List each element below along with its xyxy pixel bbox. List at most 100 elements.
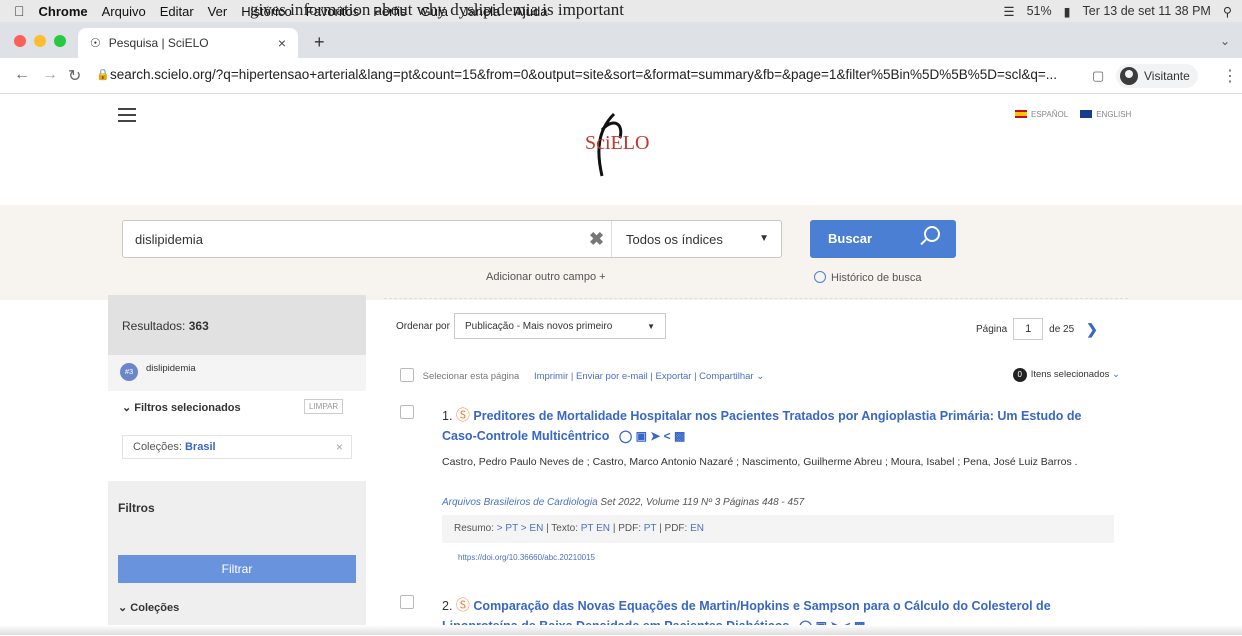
clock[interactable]: Ter 13 de set 11 38 PM [1083,4,1211,18]
query-history-item[interactable]: #3 dislipidemia [108,355,366,391]
texto-links[interactable]: PT EN [581,523,610,534]
authors-text: Castro, Pedro Paulo Neves de ; Castro, M… [442,456,1078,468]
selected-filters-label: Filtros selecionados [134,402,241,414]
open-access-icon: Ⓢ [455,407,470,423]
query-badge: #3 [120,363,138,381]
clear-search-icon[interactable]: ✖ [589,229,604,250]
new-tab-button[interactable]: + [314,32,325,53]
globe-icon: ☉ [90,36,101,50]
sidebar-icon[interactable]: ▢ [1092,68,1104,84]
navigation-bar: ← → ↻ 🔒 search.scielo.org/?q=hipertensao… [0,58,1242,94]
caret-down-icon: ▼ [647,322,655,331]
scielo-logo[interactable]: SciELO [585,132,649,155]
battery-icon[interactable]: ▮ [1064,4,1071,19]
close-window-icon[interactable] [14,35,26,47]
result-title: Preditores de Mortalidade Hospitalar nos… [442,409,1082,443]
search-button[interactable]: Buscar [810,220,956,258]
result-number: 2. [442,599,453,613]
selected-items-dropdown[interactable]: 0 Itens selecionados ⌄ [1012,368,1120,382]
sidebar: Resultados: 363 #3 dislipidemia ⌄ Filtro… [108,295,366,635]
result-authors: Castro, Pedro Paulo Neves de ; Castro, M… [442,453,1112,471]
search-history-label: Histórico de busca [831,272,922,284]
search-history-link[interactable]: Histórico de busca [814,271,922,284]
language-switcher: ESPAÑOL ENGLISH [1015,110,1131,119]
collections-toggle[interactable]: ⌄ Coleções [118,601,179,614]
chevron-down-icon[interactable]: ⌄ [1220,34,1230,48]
avatar-icon [1120,67,1138,85]
selected-count: 0 [1012,368,1027,382]
page-total: de 25 [1049,323,1075,335]
query-text: dislipidemia [146,363,196,374]
close-tab-icon[interactable]: × [278,35,286,51]
zoom-window-icon[interactable] [54,35,66,47]
selection-bar: Selecionar esta página Imprimir | Enviar… [400,368,1120,388]
texto-label: Texto: [551,523,578,534]
sort-select[interactable]: Publicação - Mais novos primeiro ▼ [454,313,666,339]
pagination: Página 1 de 25 ❯ [976,318,1098,340]
menu-item-ver[interactable]: Ver [208,4,228,19]
results-count: Resultados: 363 [122,319,209,333]
browser-tab[interactable]: ☉ Pesquisa | SciELO × [78,28,298,58]
selected-filters-toggle[interactable]: ⌄ Filtros selecionados [122,401,241,414]
menu-item-arquivo[interactable]: Arquivo [102,4,146,19]
status-area: ☰ 51% ▮ Ter 13 de set 11 38 PM ⚲ [1003,0,1232,22]
remove-filter-icon[interactable]: × [336,440,343,454]
lang-en-link[interactable]: ENGLISH [1080,110,1131,119]
wifi-icon[interactable]: ☰ [1003,4,1014,19]
collections-label: Coleções [130,602,180,614]
open-access-icon: Ⓢ [455,597,470,613]
select-page-label: Selecionar esta página [422,371,520,382]
select-page-checkbox[interactable] [400,368,414,382]
caret-down-icon: ▼ [759,233,769,244]
forward-arrow-icon[interactable]: → [42,66,58,84]
results-count-panel: Resultados: 363 [108,295,366,355]
result-title-link[interactable]: 1. Ⓢ Preditores de Mortalidade Hospitala… [442,405,1112,446]
apple-icon[interactable]:  [14,3,25,19]
menu-item-editar[interactable]: Editar [160,4,194,19]
result-doi-link[interactable]: https://doi.org/10.36660/abc.20210015 [458,553,595,562]
menu-app-name[interactable]: Chrome [39,4,88,19]
pdf-pt-link[interactable]: PT [644,523,657,534]
sort-bar: Ordenar por Publicação - Mais novos prim… [384,298,1128,353]
pdf-en-link[interactable]: EN [690,523,704,534]
search-button-label: Buscar [828,231,873,246]
add-field-link[interactable]: Adicionar outro campo + [486,271,606,283]
profile-button[interactable]: Visitante [1116,64,1198,88]
filter-button[interactable]: Filtrar [118,555,356,583]
minimize-window-icon[interactable] [34,35,46,47]
lang-es-link[interactable]: ESPAÑOL [1015,110,1068,119]
pdf-label: PDF: [618,523,641,534]
hamburger-menu-icon[interactable] [118,108,136,126]
battery-percent: 51% [1026,4,1052,18]
page-input[interactable]: 1 [1013,318,1044,340]
reload-icon[interactable]: ↻ [68,66,81,86]
spain-flag-icon [1015,110,1027,118]
page-label: Página [976,323,1008,335]
back-arrow-icon[interactable]: ← [14,66,30,84]
address-bar[interactable]: search.scielo.org/?q=hipertensao+arteria… [110,67,1057,82]
spotlight-icon[interactable]: ⚲ [1223,4,1232,19]
search-input[interactable]: dislipidemia ✖ Todos os índices ▼ [122,220,782,258]
search-icon [924,226,940,242]
lock-icon[interactable]: 🔒 [96,68,110,81]
next-page-icon[interactable]: ❯ [1086,321,1098,338]
result-number: 1. [442,409,453,423]
actions-label: Imprimir | Enviar por e-mail | Exportar … [533,371,754,382]
journal-name[interactable]: Arquivos Brasileiros de Cardiologia [442,497,598,508]
chevron-down-icon: ⌄ [1112,369,1120,380]
resumo-links[interactable]: > PT > EN [497,523,544,534]
filter-chip-label: Coleções: [133,441,182,453]
index-select[interactable]: Todos os índices ▼ [611,221,783,257]
selected-filters-panel: ⌄ Filtros selecionados LIMPAR Coleções: … [108,391,366,481]
uk-flag-icon [1080,110,1093,118]
clear-filters-button[interactable]: LIMPAR [304,399,344,414]
index-select-label: Todos os índices [626,232,723,247]
actions-menu[interactable]: Imprimir | Enviar por e-mail | Exportar … [534,371,764,382]
more-menu-icon[interactable]: ⋮ [1222,66,1238,86]
result-share-icons[interactable]: ◯ ▣ ➤ < ▩ [619,429,686,443]
pdf-label: PDF: [664,523,688,534]
result-checkbox[interactable] [400,595,414,609]
search-value: dislipidemia [135,232,203,247]
result-checkbox[interactable] [400,405,414,419]
lang-en-label: ENGLISH [1096,110,1132,119]
